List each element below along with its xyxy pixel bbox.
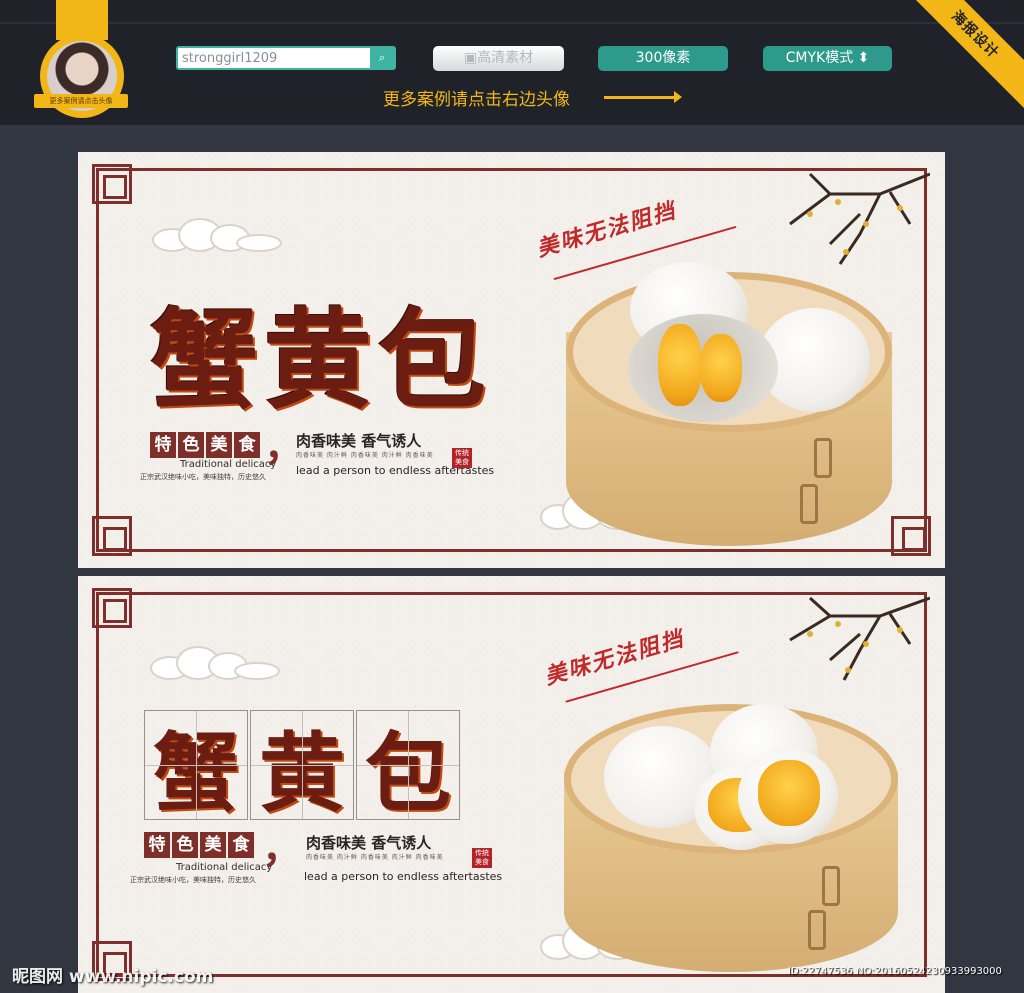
- steamer-tie: [800, 484, 818, 524]
- top-divider: [0, 22, 1024, 24]
- yolk: [700, 334, 742, 402]
- cmyk-badge[interactable]: CMYK模式 ⬍: [763, 46, 892, 71]
- slogan-chinese: 肉香味美 香气诱人: [296, 432, 422, 450]
- search-input[interactable]: [180, 49, 370, 67]
- slogan-chinese: 肉香味美 香气诱人: [306, 834, 432, 852]
- yolk: [758, 760, 820, 826]
- tag-description: 正宗武汉绝味小吃，美味独特，历史悠久: [140, 473, 266, 481]
- poster-title-grid: 蟹 黄 包: [144, 710, 462, 824]
- seal-stamp: 传统美食: [472, 848, 492, 868]
- steamer-tie: [808, 910, 826, 950]
- title-char-cell: 黄: [250, 710, 354, 824]
- yolk: [658, 324, 702, 406]
- tag-specialty: 特色 美食: [144, 832, 256, 858]
- cloud-icon: [150, 646, 280, 680]
- fret-corner-bl: [92, 516, 132, 556]
- image-id-watermark: ID:22747536 NO:20160524230933993000: [788, 966, 1002, 977]
- poster-title: 蟹黄包: [150, 298, 493, 424]
- arrow-right-icon: [604, 91, 682, 103]
- branch-icon: [789, 172, 930, 265]
- poster-variant-1[interactable]: 蟹黄包 特色 美食 Traditional delicacy 正宗武汉绝味小吃，…: [78, 152, 945, 568]
- branch-icon: [789, 596, 930, 681]
- tag-specialty: 特色 美食: [150, 432, 262, 458]
- search-icon: ⌕: [378, 51, 386, 64]
- avatar-caption[interactable]: 更多案例请点击头像: [34, 94, 128, 108]
- seal-stamp: 传统美食: [452, 448, 472, 468]
- fret-corner-br: [891, 516, 931, 556]
- search-box: ⌕: [176, 46, 396, 70]
- slogan-small: 肉香味美 肉汁鲜 肉香味美 肉汁鲜 肉香味美: [306, 854, 444, 861]
- sort-arrow-icon: ⬍: [857, 50, 870, 66]
- fret-corner-tl: [92, 588, 132, 628]
- title-char-cell: 包: [356, 710, 460, 824]
- search-button[interactable]: ⌕: [370, 48, 394, 68]
- tag-english: Traditional delicacy: [176, 862, 273, 873]
- more-examples-link[interactable]: 更多案例请点击右边头像: [383, 85, 570, 110]
- hd-badge[interactable]: ▣高清素材: [433, 46, 564, 71]
- cloud-icon: [152, 218, 282, 252]
- slogan-small: 肉香味美 肉汁鲜 肉香味美 肉汁鲜 肉香味美: [296, 452, 434, 459]
- steamer-tie: [822, 866, 840, 906]
- top-bar: 更多案例请点击头像 ⌕ ▣高清素材 300像素 CMYK模式 ⬍ 更多案例请点击…: [0, 0, 1024, 125]
- steamer-tie: [814, 438, 832, 478]
- title-char-cell: 蟹: [144, 710, 248, 824]
- tag-description: 正宗武汉绝味小吃，美味独特，历史悠久: [130, 876, 256, 884]
- hd-icon: ▣: [463, 50, 478, 66]
- poster-variant-2[interactable]: 蟹 黄 包 特色 美食 Traditional delicacy 正宗武汉绝味小…: [78, 576, 945, 993]
- slogan-english: lead a person to endless aftertastes: [304, 870, 503, 883]
- resolution-badge[interactable]: 300像素: [598, 46, 728, 71]
- fret-corner-tl: [92, 164, 132, 204]
- tag-english: Traditional delicacy: [180, 459, 277, 470]
- site-watermark: 昵图网 www.nipic.com: [12, 967, 214, 987]
- comma-mark: ，: [262, 825, 302, 872]
